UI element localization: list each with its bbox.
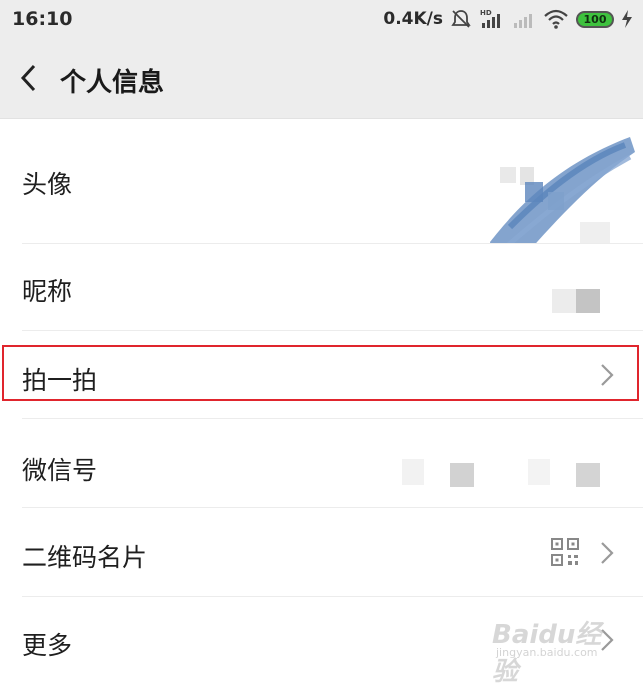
wechat-id-blurred <box>450 463 474 487</box>
mute-icon <box>451 10 471 28</box>
row-avatar[interactable]: 头像 <box>0 119 643 267</box>
qr-code-icon <box>551 538 579 566</box>
chevron-right-icon <box>601 542 614 564</box>
nav-header: 个人信息 <box>0 40 643 119</box>
signal-icon <box>514 14 532 28</box>
row-label: 二维码名片 <box>22 543 148 572</box>
wechat-id-blurred <box>528 459 550 485</box>
battery-icon: 100 <box>576 10 614 28</box>
row-nickname[interactable]: 昵称 <box>0 244 643 330</box>
status-bar: 16:10 0.4K/s HD 100 <box>0 0 643 40</box>
wifi-icon <box>544 9 568 29</box>
row-label: 微信号 <box>22 456 98 485</box>
nickname-value-blurred <box>552 289 576 313</box>
row-wechat-id[interactable]: 微信号 <box>0 419 643 507</box>
status-icons: 0.4K/s HD 100 <box>383 6 633 32</box>
chevron-left-icon <box>20 64 36 92</box>
row-label: 更多 <box>22 631 73 660</box>
highlight-box <box>2 345 639 401</box>
signal-hd-icon: HD <box>480 9 500 28</box>
page-title: 个人信息 <box>60 68 165 98</box>
wechat-id-blurred <box>576 463 600 487</box>
row-label: 头像 <box>22 170 73 199</box>
nickname-value-blurred <box>576 289 600 313</box>
baidu-watermark: Baidu经验 jingyan.baidu.com <box>492 606 622 687</box>
back-button[interactable] <box>12 58 46 98</box>
net-speed: 0.4K/s <box>383 9 443 29</box>
battery-level: 100 <box>583 12 607 26</box>
watermark-sub: jingyan.baidu.com <box>496 646 598 659</box>
charging-icon <box>622 10 632 28</box>
row-qr-card[interactable]: 二维码名片 <box>0 508 643 596</box>
wechat-id-blurred <box>402 459 424 485</box>
svg-text:HD: HD <box>480 9 492 17</box>
row-label: 昵称 <box>22 277 73 306</box>
status-time: 16:10 <box>12 8 73 30</box>
